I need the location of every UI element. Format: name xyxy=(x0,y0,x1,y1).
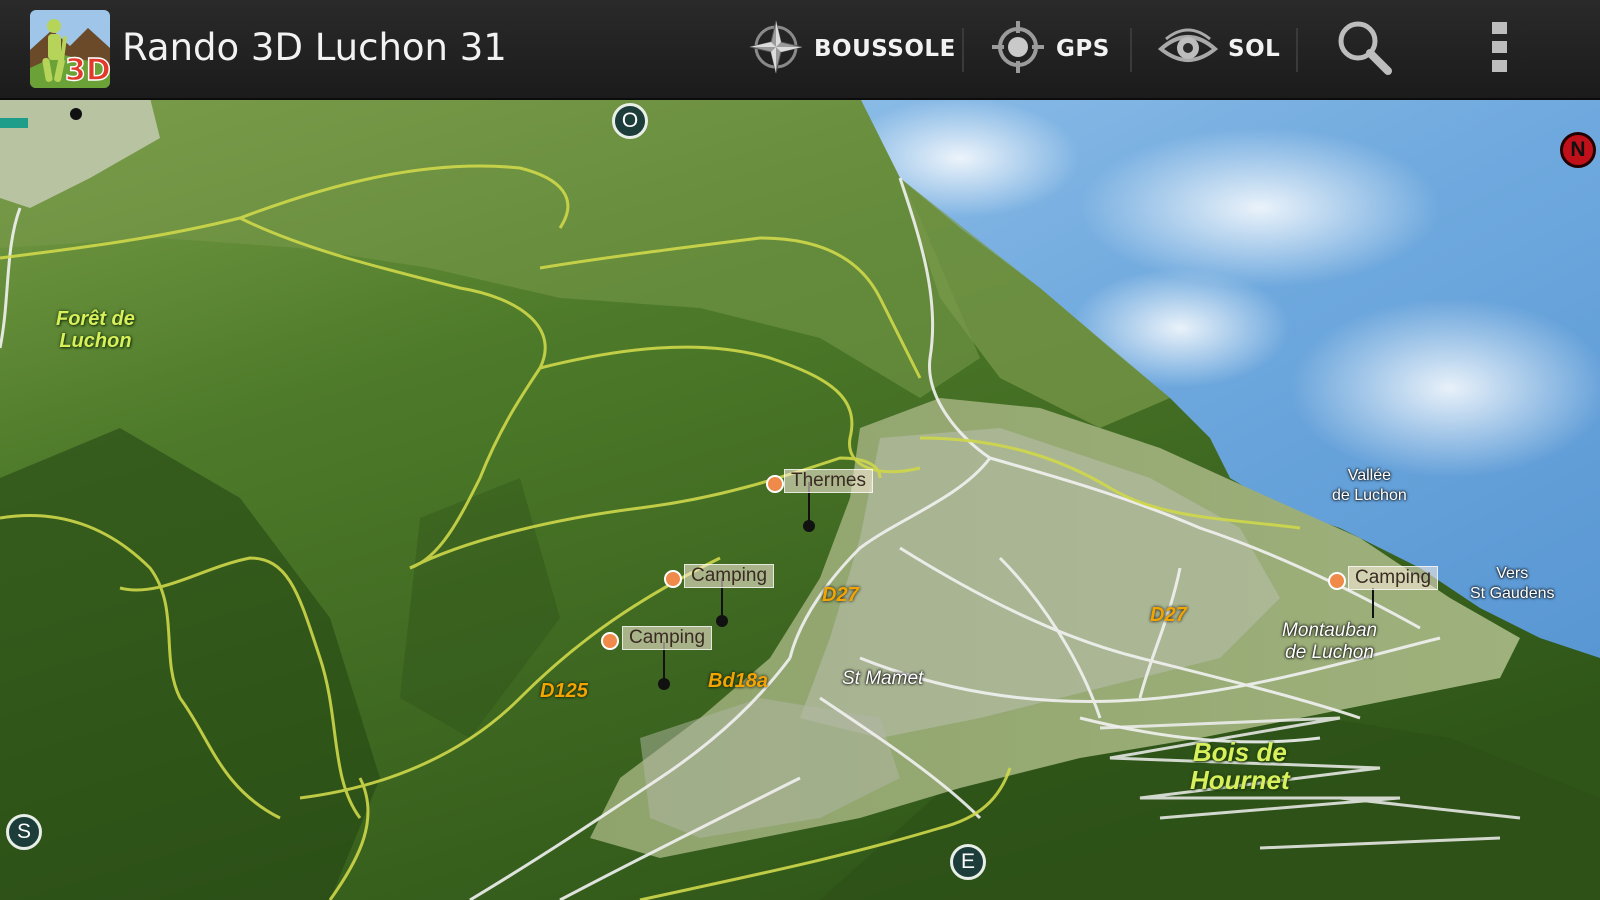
place-label-vallee: Vallée de Luchon xyxy=(1332,467,1407,504)
compass-north-marker[interactable]: N xyxy=(1560,132,1596,168)
place-label-vers: Vers St Gaudens xyxy=(1470,565,1555,602)
compass-button[interactable]: BOUSSOLE xyxy=(748,0,956,98)
app-logo[interactable]: 3D xyxy=(30,10,110,88)
poi-dot xyxy=(601,632,619,650)
poi-dot xyxy=(1328,572,1346,590)
ground-button-label: SOL xyxy=(1228,36,1281,62)
place-label-st-mamet: St Mamet xyxy=(842,668,924,689)
toolbar-divider xyxy=(962,28,964,72)
forest-label-hournet: Bois de Hournet xyxy=(1190,737,1290,795)
compass-east-marker: E xyxy=(950,844,986,880)
action-bar: 3D Rando 3D Luchon 31 BOUSSOLE GPS SOL xyxy=(0,0,1600,100)
overflow-menu-icon xyxy=(1488,19,1512,79)
ground-button[interactable]: SOL xyxy=(1157,0,1281,98)
app-logo-text: 3D xyxy=(65,53,110,88)
forest-label-luchon: Forêt de Luchon xyxy=(56,308,135,352)
app-title: Rando 3D Luchon 31 xyxy=(122,26,507,69)
poi-label: Camping xyxy=(684,564,775,588)
map-view[interactable]: O N S E Forêt de Luchon Bois de Hournet Th… xyxy=(0,98,1600,900)
eye-icon xyxy=(1157,19,1219,79)
poi-label: Camping xyxy=(622,626,713,650)
search-button[interactable] xyxy=(1334,0,1394,98)
road-label: Bd18a xyxy=(708,670,769,692)
road-label: D27 xyxy=(1150,604,1187,626)
compass-south-marker: S xyxy=(6,814,42,850)
search-icon xyxy=(1334,17,1394,81)
poi-dot xyxy=(766,475,784,493)
place-label-montauban: Montauban de Luchon xyxy=(1282,620,1378,663)
compass-west-marker: O xyxy=(612,103,648,139)
road-label: D125 xyxy=(540,680,588,702)
toolbar-divider xyxy=(1130,28,1132,72)
compass-icon xyxy=(748,19,804,79)
poi-label: Thermes xyxy=(784,469,873,493)
app-window: 3D Rando 3D Luchon 31 BOUSSOLE GPS SOL O… xyxy=(0,0,1600,900)
gps-button[interactable]: GPS xyxy=(990,0,1110,98)
toolbar-divider xyxy=(1296,28,1298,72)
gps-target-icon xyxy=(990,19,1046,79)
poi-dot xyxy=(664,570,682,588)
gps-button-label: GPS xyxy=(1056,36,1110,62)
compass-button-label: BOUSSOLE xyxy=(814,36,956,62)
overflow-menu-button[interactable] xyxy=(1488,0,1512,98)
poi-label: Camping xyxy=(1348,566,1439,590)
road-label: D27 xyxy=(822,584,859,606)
